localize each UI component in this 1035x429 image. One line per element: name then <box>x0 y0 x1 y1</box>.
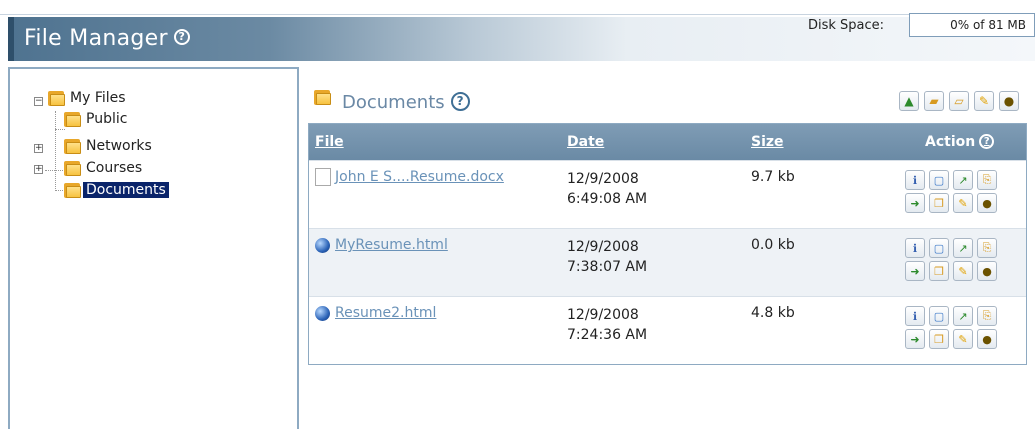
table-row: Resume2.html 12/9/2008 7:24:36 AM 4.8 kb… <box>309 296 1026 364</box>
rename-icon[interactable]: ✎ <box>953 261 973 281</box>
edit-icon[interactable]: ↗ <box>953 170 973 190</box>
info-icon[interactable]: ℹ <box>905 238 925 258</box>
tree-item-label: Public <box>86 111 128 127</box>
file-table: File Date Size Action? John E S....Resum… <box>308 123 1027 365</box>
file-date: 12/9/2008 7:24:36 AM <box>567 305 647 345</box>
comment-icon[interactable]: ▢ <box>929 238 949 258</box>
folder-title: Documents? <box>342 91 470 113</box>
web-page-icon <box>315 306 330 321</box>
info-icon[interactable]: ℹ <box>905 170 925 190</box>
file-date-time: 7:38:07 AM <box>567 259 648 275</box>
folder-header: Documents? ▲ ▰ ▱ ✎ ● <box>308 79 1027 119</box>
file-size: 9.7 kb <box>751 169 795 185</box>
expand-icon[interactable]: + <box>34 165 43 174</box>
file-date-day: 12/9/2008 <box>567 239 639 255</box>
duplicate-icon[interactable]: ❐ <box>929 261 949 281</box>
column-header-date[interactable]: Date <box>567 134 604 150</box>
file-date-time: 7:24:36 AM <box>567 327 648 343</box>
copy-to-icon[interactable]: ⎘ <box>977 238 997 258</box>
delete-icon[interactable]: ● <box>977 329 997 349</box>
copy-to-icon[interactable]: ⎘ <box>977 170 997 190</box>
tree-item-label: Courses <box>86 160 143 176</box>
duplicate-icon[interactable]: ❐ <box>929 193 949 213</box>
folder-icon <box>64 159 82 177</box>
duplicate-icon[interactable]: ❐ <box>929 329 949 349</box>
row-actions: ℹ ▢ ↗ ⎘ ➜ ❐ ✎ ● <box>905 306 997 349</box>
file-link[interactable]: MyResume.html <box>335 237 448 253</box>
move-icon[interactable]: ➜ <box>905 193 925 213</box>
help-icon[interactable]: ? <box>979 133 995 149</box>
table-row: John E S....Resume.docx 12/9/2008 6:49:0… <box>309 160 1026 228</box>
edit-icon[interactable]: ↗ <box>953 238 973 258</box>
rename-icon[interactable]: ✎ <box>953 329 973 349</box>
info-icon[interactable]: ℹ <box>905 306 925 326</box>
column-header-action-text: Action <box>925 134 976 150</box>
tree-item-my-files[interactable]: My Files <box>70 90 126 106</box>
file-date-time: 6:49:08 AM <box>567 191 648 207</box>
rename-icon[interactable]: ✎ <box>974 91 994 111</box>
web-page-icon <box>315 238 330 253</box>
rename-icon[interactable]: ✎ <box>953 193 973 213</box>
tree-connector <box>45 170 65 171</box>
file-date: 12/9/2008 6:49:08 AM <box>567 169 647 209</box>
column-header-file[interactable]: File <box>315 134 344 150</box>
page-title-text: File Manager <box>24 26 168 51</box>
tree-item-label: Networks <box>86 138 152 154</box>
tree-connector <box>55 111 56 191</box>
file-size: 4.8 kb <box>751 305 795 321</box>
upload-icon[interactable]: ▲ <box>899 91 919 111</box>
column-header-action: Action? <box>925 133 995 150</box>
disk-space-value: 0% of 81 MB <box>909 13 1035 37</box>
row-actions: ℹ ▢ ↗ ⎘ ➜ ❐ ✎ ● <box>905 238 997 281</box>
comment-icon[interactable]: ▢ <box>929 170 949 190</box>
folder-icon <box>314 88 332 106</box>
file-list-panel: Documents? ▲ ▰ ▱ ✎ ● File Date Size Acti… <box>308 79 1027 365</box>
tree-item-label: Documents <box>83 182 169 198</box>
move-icon[interactable]: ➜ <box>905 261 925 281</box>
copy-to-icon[interactable]: ⎘ <box>977 306 997 326</box>
file-link[interactable]: Resume2.html <box>335 305 436 321</box>
help-icon[interactable]: ? <box>173 29 190 45</box>
folder-icon <box>64 137 82 155</box>
tree-item-label: My Files <box>70 90 126 106</box>
tree-item-documents[interactable]: Documents <box>83 182 169 198</box>
folder-icon <box>64 181 82 199</box>
delete-icon[interactable]: ● <box>977 193 997 213</box>
row-actions: ℹ ▢ ↗ ⎘ ➜ ❐ ✎ ● <box>905 170 997 213</box>
folder-title-text: Documents <box>342 92 445 113</box>
table-header: File Date Size Action? <box>309 124 1026 160</box>
folder-tree-panel: − My Files Public + Networks + Courses D… <box>8 67 299 429</box>
collapse-icon[interactable]: − <box>34 97 43 106</box>
document-icon <box>315 168 331 186</box>
edit-icon[interactable]: ↗ <box>953 306 973 326</box>
page-title: File Manager? <box>24 26 190 51</box>
column-header-size[interactable]: Size <box>751 134 784 150</box>
file-date-day: 12/9/2008 <box>567 171 639 187</box>
folder-toolbar: ▲ ▰ ▱ ✎ ● <box>899 91 1019 111</box>
delete-icon[interactable]: ● <box>977 261 997 281</box>
shared-folder-icon <box>64 110 82 128</box>
open-folder-icon[interactable]: ▱ <box>949 91 969 111</box>
expand-icon[interactable]: + <box>34 144 43 153</box>
help-icon[interactable]: ? <box>450 91 470 111</box>
tree-connector <box>55 129 65 130</box>
folder-icon <box>48 89 66 107</box>
comment-icon[interactable]: ▢ <box>929 306 949 326</box>
file-date: 12/9/2008 7:38:07 AM <box>567 237 647 277</box>
table-row: MyResume.html 12/9/2008 7:38:07 AM 0.0 k… <box>309 228 1026 296</box>
disk-space-label: Disk Space: <box>808 18 885 33</box>
file-size: 0.0 kb <box>751 237 795 253</box>
tree-item-public[interactable]: Public <box>86 111 127 127</box>
new-folder-icon[interactable]: ▰ <box>924 91 944 111</box>
move-icon[interactable]: ➜ <box>905 329 925 349</box>
file-date-day: 12/9/2008 <box>567 307 639 323</box>
delete-icon[interactable]: ● <box>999 91 1019 111</box>
tree-item-courses[interactable]: Courses <box>86 160 142 176</box>
file-link[interactable]: John E S....Resume.docx <box>335 169 504 185</box>
tree-item-networks[interactable]: Networks <box>86 138 152 154</box>
top-border <box>0 14 1035 15</box>
